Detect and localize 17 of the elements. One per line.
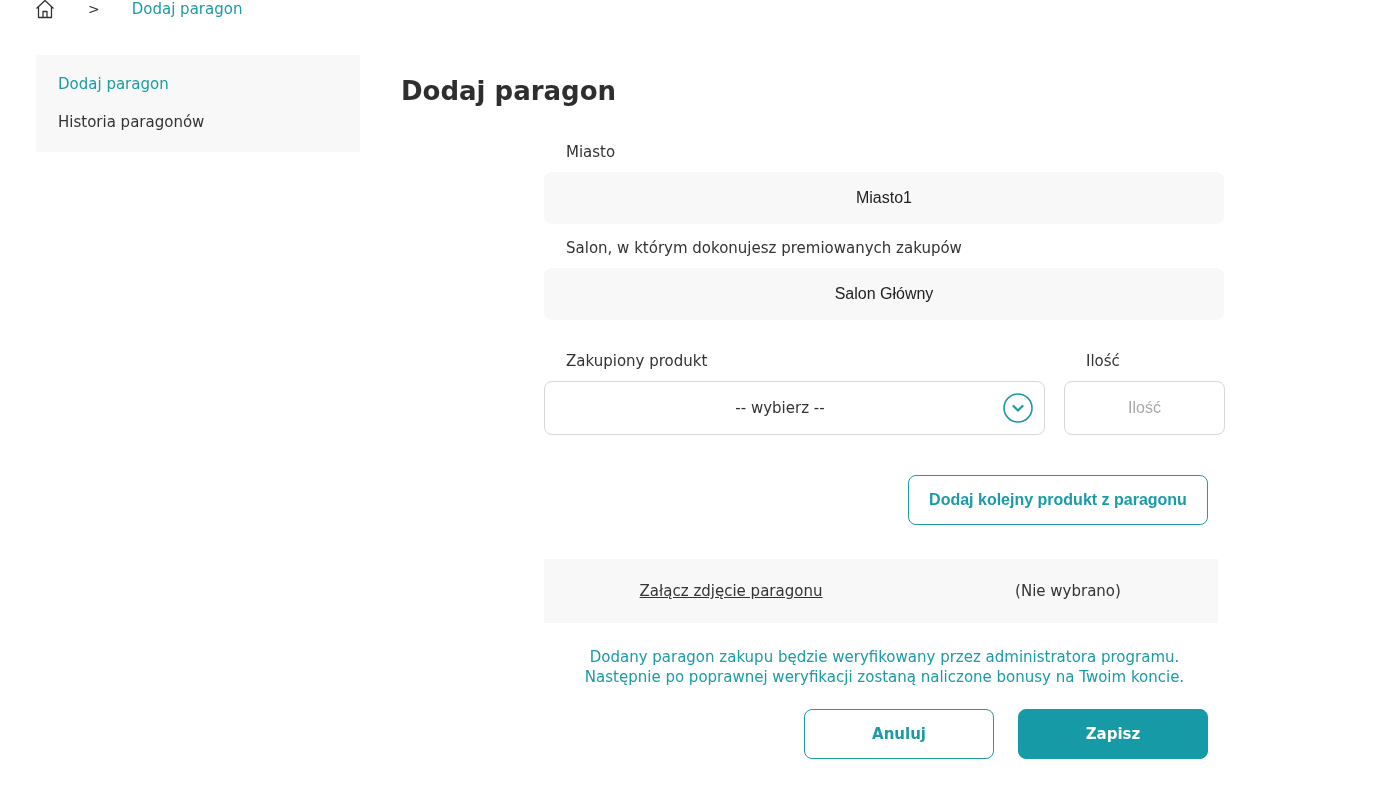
product-select[interactable]: -- wybierz -- xyxy=(544,381,1045,435)
field-label: Ilość xyxy=(1085,351,1120,371)
breadcrumb-separator: > xyxy=(88,0,100,18)
field-label: Salon, w którym dokonujesz premiowanych zakupów xyxy=(565,238,962,258)
home-icon[interactable] xyxy=(35,0,55,19)
chevron-down-icon xyxy=(1003,393,1033,423)
info-text: Dodany paragon zakupu będzie weryfikowany przez administratora programu. xyxy=(589,647,1180,667)
readonly-field[interactable]: Salon Główny xyxy=(544,268,1224,320)
quantity-input[interactable]: Ilość xyxy=(1064,381,1225,435)
file-status-text: (Nie wybrano) xyxy=(1015,582,1121,600)
info-text: Następnie po poprawnej weryfikacji zostaną naliczone bonusy na Twoim koncie. xyxy=(584,667,1185,687)
field-label: Miasto xyxy=(565,142,616,162)
sidebar-item[interactable]: Historia paragonów xyxy=(58,111,205,133)
page-title: Dodaj paragon xyxy=(401,75,617,107)
readonly-field[interactable]: Miasto1 xyxy=(544,172,1224,224)
attach-photo-link[interactable]: Załącz zdjęcie paragonu xyxy=(639,582,823,600)
field-label: Zakupiony produkt xyxy=(565,351,708,371)
